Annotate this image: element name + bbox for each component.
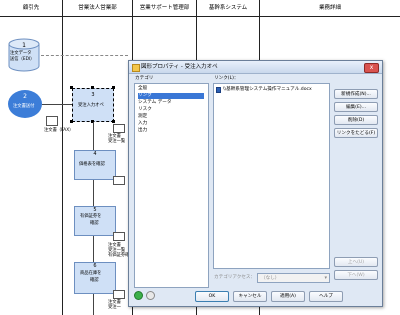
category-access-value: （なし） — [261, 276, 280, 281]
lane-header-customer: 顧引先 — [0, 0, 63, 17]
edit-link-button[interactable]: 編集(E)... — [334, 102, 378, 112]
lane-header-sales: 営業法人営業部 — [63, 0, 133, 17]
node1-text-line2: 送信（EDI） — [10, 57, 35, 62]
lane-divider — [62, 17, 63, 315]
box5-text-line2: 確認 — [90, 221, 99, 226]
box6-text-line2: 確認 — [90, 278, 99, 283]
category-item-link[interactable]: リンク — [138, 93, 204, 99]
selection-handle[interactable] — [91, 86, 94, 89]
lane-header-detail: 業務詳細 — [260, 0, 400, 17]
doc2-label-b: 受注一覧 — [108, 139, 126, 144]
word-document-icon — [216, 87, 221, 93]
ok-button[interactable]: OK — [195, 291, 229, 302]
selection-handle[interactable] — [70, 120, 73, 123]
connector-line — [93, 122, 94, 150]
selection-handle[interactable] — [70, 86, 73, 89]
remove-circle-icon[interactable] — [146, 291, 155, 300]
category-item-risk[interactable]: リスク — [138, 107, 152, 113]
lane-header-system: 基幹系システム — [197, 0, 260, 17]
link-label: リンク(L)： — [214, 76, 239, 81]
add-circle-icon[interactable] — [134, 291, 143, 300]
link-item-text: \\基幹系管理システム操作マニュアル.docx — [223, 87, 312, 92]
box4-number: 4 — [93, 151, 97, 157]
node2-text: 注文書送付 — [13, 104, 35, 109]
doc4-label-b: 受注一 — [108, 305, 121, 310]
category-access-select[interactable]: （なし） ▾ — [257, 273, 330, 283]
document-icon — [113, 176, 125, 185]
doc1-label: 注文書（FAX） — [44, 128, 74, 133]
document-icon — [113, 290, 125, 299]
chevron-down-icon: ▾ — [324, 275, 327, 281]
box5-number: 5 — [93, 207, 97, 213]
node1-number: 1 — [22, 42, 26, 49]
connector-line — [93, 236, 94, 262]
help-button[interactable]: ヘルプ — [309, 291, 343, 302]
box5-text-line1: 有価証券を — [80, 214, 102, 219]
box3-text: 受注入力オペ — [78, 103, 104, 108]
box6-text-line1: 商品在庫を — [80, 271, 102, 276]
box6-number: 6 — [93, 263, 97, 269]
dialog-titlebar[interactable]: 図形プロパティ - 受注入力オペ x — [129, 61, 382, 74]
category-access-label: カテゴリアクセス： — [214, 275, 256, 280]
document-icon — [113, 232, 125, 241]
category-label: カテゴリ — [135, 76, 154, 81]
dialog-app-icon — [132, 64, 140, 72]
connector-line — [42, 104, 72, 105]
category-item-general[interactable]: 全般 — [138, 86, 147, 92]
lane-header-support: 営業サポート管理部 — [133, 0, 197, 17]
selection-handle[interactable] — [112, 120, 115, 123]
link-item-row[interactable]: \\基幹系管理システム操作マニュアル.docx — [216, 87, 326, 94]
dialog-title: 図形プロパティ - 受注入力オペ — [141, 64, 218, 70]
node2-number: 2 — [23, 93, 27, 100]
category-item-input[interactable]: 入力 — [138, 121, 147, 127]
category-item-measure[interactable]: 測定 — [138, 114, 147, 120]
delete-link-button[interactable]: 削除(D) — [334, 115, 378, 125]
fax-document-icon — [46, 116, 58, 126]
connector-line — [93, 294, 94, 315]
follow-link-button[interactable]: リンクをたどる(F) — [334, 128, 378, 138]
selection-handle[interactable] — [112, 86, 115, 89]
move-up-button[interactable]: 上へ(U) — [334, 257, 378, 267]
order-document-icon — [113, 124, 125, 133]
box3-number: 3 — [91, 92, 95, 98]
category-item-system-data[interactable]: システム データ — [138, 100, 171, 106]
shape-properties-dialog[interactable]: 図形プロパティ - 受注入力オペ x カテゴリ 全般 リンク システム データ … — [128, 60, 383, 307]
dashed-connector — [41, 55, 128, 56]
close-icon[interactable]: x — [364, 63, 379, 73]
box4-text: 価格表を確認 — [79, 162, 105, 167]
category-item-output[interactable]: 出力 — [138, 128, 147, 134]
move-down-button[interactable]: 下へ(W) — [334, 270, 378, 280]
doc3-label-c: 有価証券確 — [108, 253, 130, 258]
new-link-button[interactable]: 新規作成(N)... — [334, 89, 378, 99]
category-list[interactable]: 全般 リンク システム データ リスク 測定 入力 出力 — [134, 83, 209, 288]
link-list[interactable]: \\基幹系管理システム操作マニュアル.docx — [213, 83, 330, 269]
node1-text-line1: 注文データ — [10, 51, 32, 56]
connector-line — [93, 180, 94, 206]
cancel-button[interactable]: キャンセル — [233, 291, 267, 302]
apply-button[interactable]: 適用(A) — [271, 291, 305, 302]
